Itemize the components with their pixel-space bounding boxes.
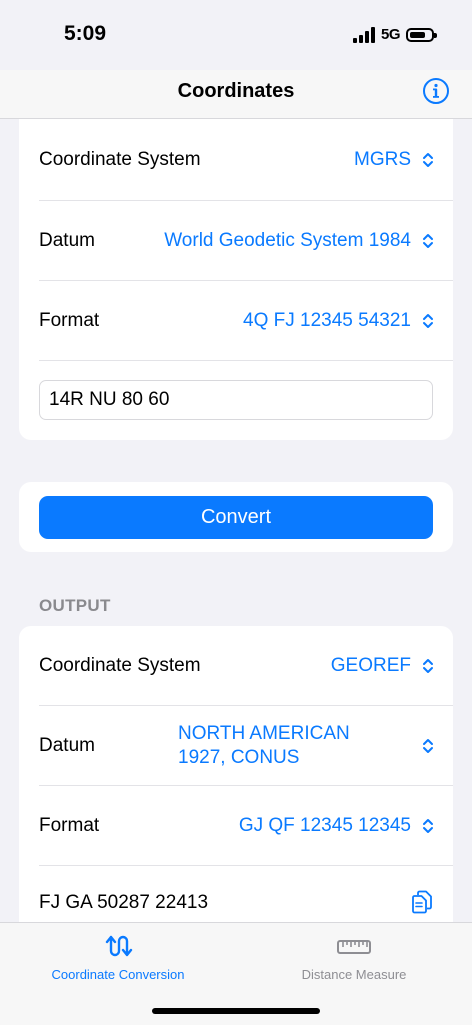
output-datum-value-line2: 1927, CONUS [178, 747, 300, 768]
output-datum-value-line1: NORTH AMERICAN [178, 723, 350, 744]
output-datum-row[interactable]: Datum NORTH AMERICAN 1927, CONUS [19, 706, 453, 786]
chevron-up-down-icon [423, 819, 433, 833]
status-time: 5:09 [64, 22, 107, 45]
chevron-up-down-icon [423, 153, 433, 167]
cellular-signal-icon [352, 26, 375, 43]
format-picker[interactable]: 4Q FJ 12345 54321 [243, 310, 411, 332]
output-card: Coordinate System GEOREF Datum NORTH AME… [19, 626, 453, 956]
output-datum-picker[interactable]: NORTH AMERICAN 1927, CONUS [178, 722, 350, 770]
battery-icon [406, 27, 437, 42]
output-format-label: Format [39, 815, 100, 836]
page-title: Coordinates [177, 80, 295, 102]
output-section-header: OUTPUT [39, 596, 111, 615]
input-coordinate-system-row[interactable]: Coordinate System MGRS [19, 119, 453, 201]
output-result-value: FJ GA 50287 22413 [39, 892, 209, 913]
input-card: Coordinate System MGRS Datum World Geode… [19, 119, 453, 440]
datum-label: Datum [39, 230, 95, 251]
format-label: Format [39, 310, 100, 331]
coordinate-system-label: Coordinate System [39, 149, 201, 170]
navigation-bar: Coordinates [0, 70, 472, 119]
status-indicators: 5G [352, 26, 437, 43]
home-indicator [152, 1008, 320, 1014]
chevron-up-down-icon [423, 234, 433, 248]
output-format-row[interactable]: Format GJ QF 12345 12345 [19, 786, 453, 866]
output-datum-label: Datum [39, 735, 95, 756]
copy-icon[interactable] [411, 890, 433, 914]
convert-button[interactable]: Convert [39, 496, 433, 539]
output-coordinate-system-picker[interactable]: GEOREF [331, 655, 411, 677]
tab-distance-measure[interactable]: Distance Measure [236, 923, 472, 993]
chevron-up-down-icon [423, 314, 433, 328]
coordinate-input-field[interactable]: 14R NU 80 60 [39, 380, 433, 420]
conversion-arrows-icon [105, 935, 133, 957]
input-format-row[interactable]: Format 4Q FJ 12345 54321 [19, 281, 453, 361]
ruler-icon [337, 940, 371, 954]
chevron-up-down-icon [423, 739, 433, 753]
output-coordinate-system-label: Coordinate System [39, 655, 201, 676]
output-format-picker[interactable]: GJ QF 12345 12345 [239, 815, 411, 837]
coordinate-system-picker[interactable]: MGRS [354, 149, 411, 171]
tab-label: Coordinate Conversion [51, 967, 185, 982]
datum-picker[interactable]: World Geodetic System 1984 [164, 230, 411, 252]
info-circle-icon[interactable] [422, 77, 450, 105]
tab-coordinate-conversion[interactable]: Coordinate Conversion [0, 923, 236, 993]
chevron-up-down-icon [423, 659, 433, 673]
input-datum-row[interactable]: Datum World Geodetic System 1984 [19, 201, 453, 281]
tab-label: Distance Measure [301, 967, 407, 982]
output-coordinate-system-row[interactable]: Coordinate System GEOREF [19, 626, 453, 706]
convert-card: Convert [19, 482, 453, 552]
network-type: 5G [380, 26, 401, 43]
status-bar: 5:09 5G [0, 0, 472, 70]
